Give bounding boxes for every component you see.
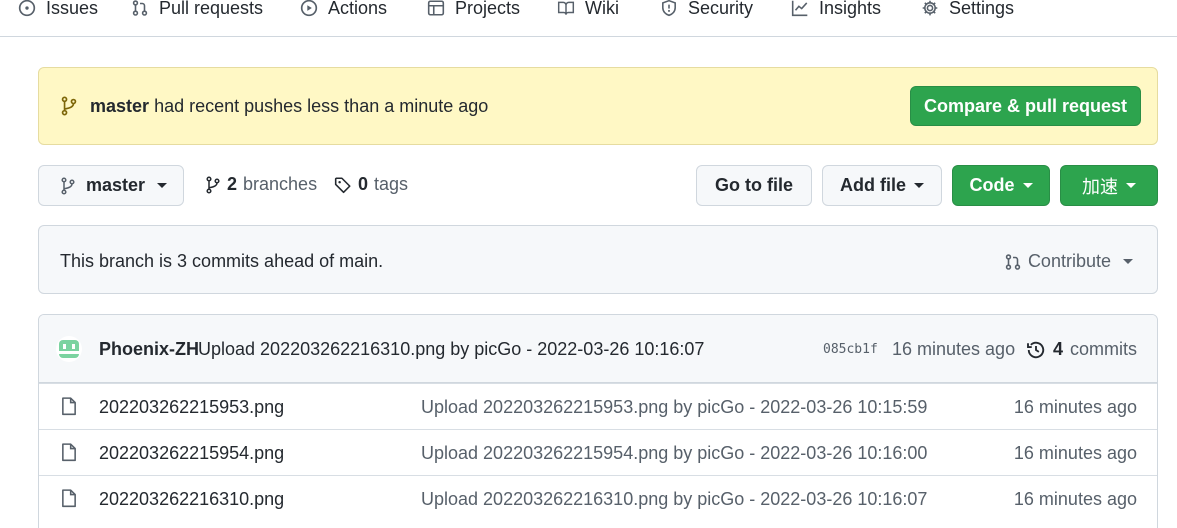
shield-icon — [662, 0, 676, 17]
file-commit-message[interactable]: Upload 202203262215954.png by picGo - 20… — [421, 443, 927, 464]
contribute-dropdown[interactable]: Contribute — [1004, 251, 1133, 272]
file-listing: Phoenix-ZH Upload 202203262216310.png by… — [38, 314, 1158, 528]
book-icon — [557, 1, 575, 15]
file-icon — [62, 489, 76, 508]
avatar[interactable] — [56, 336, 82, 362]
file-age: 16 minutes ago — [1013, 397, 1137, 417]
file-icon — [62, 443, 76, 462]
file-commit-message[interactable]: Upload 202203262216310.png by picGo - 20… — [421, 489, 927, 510]
file-name[interactable]: 202203262215954.png — [99, 443, 284, 464]
go-to-file-button[interactable]: Go to file — [696, 165, 812, 206]
latest-commit-row: Phoenix-ZH Upload 202203262216310.png by… — [39, 315, 1157, 383]
banner-message: master had recent pushes less than a min… — [90, 96, 488, 117]
nav-wiki[interactable]: Wiki — [557, 0, 619, 22]
branch-icon — [206, 175, 220, 194]
gear-icon — [922, 0, 938, 16]
nav-issues[interactable]: Issues — [18, 0, 98, 22]
chevron-down-icon — [914, 183, 924, 188]
play-icon — [300, 0, 318, 17]
chevron-down-icon — [1126, 183, 1136, 188]
file-age: 16 minutes ago — [1013, 443, 1137, 463]
nav-label: Pull requests — [159, 0, 264, 18]
file-row[interactable]: 202203262216310.png Upload 2022032622163… — [39, 475, 1157, 521]
branch-icon — [61, 96, 77, 116]
file-icon — [62, 397, 76, 416]
compare-pull-request-button[interactable]: Compare & pull request — [910, 86, 1141, 126]
history-icon — [1027, 341, 1045, 358]
recent-push-banner: master had recent pushes less than a min… — [38, 67, 1158, 145]
nav-label: Wiki — [585, 0, 619, 18]
commit-message[interactable]: Upload 202203262216310.png by picGo - 20… — [198, 339, 704, 360]
tags-count: 0 — [358, 174, 369, 194]
file-name[interactable]: 202203262216310.png — [99, 489, 284, 510]
chevron-down-icon — [1123, 259, 1133, 264]
commits-label: commits — [1070, 339, 1137, 359]
branch-icon — [61, 176, 75, 195]
tags-label: tags — [374, 174, 409, 194]
file-row[interactable]: 202203262215953.png Upload 2022032622159… — [39, 383, 1157, 429]
tags-link[interactable]: 0 tags — [334, 174, 408, 195]
nav-pull-requests[interactable]: Pull requests — [131, 0, 263, 22]
table-icon — [427, 0, 445, 16]
nav-label: Settings — [949, 0, 1015, 18]
branch-name: master — [86, 175, 146, 195]
branches-link[interactable]: 2 branches — [205, 174, 317, 195]
file-age: 16 minutes ago — [1013, 489, 1137, 509]
commits-count: 4 — [1052, 339, 1063, 359]
nav-label: Security — [688, 0, 754, 18]
issue-icon — [18, 0, 36, 17]
pull-request-icon — [132, 0, 148, 16]
add-file-label: Add file — [840, 175, 906, 195]
banner-branch[interactable]: master — [90, 96, 149, 116]
nav-label: Projects — [455, 0, 521, 18]
code-label: Code — [969, 175, 1015, 195]
commit-sha[interactable]: 085cb1f — [823, 342, 878, 357]
speed-button[interactable]: 加速 — [1060, 165, 1158, 206]
nav-label: Actions — [328, 0, 388, 18]
add-file-button[interactable]: Add file — [822, 165, 942, 206]
chevron-down-icon — [1022, 183, 1033, 188]
repo-nav: Issues Pull requests Actions Projects Wi… — [0, 0, 1177, 37]
branch-select-button[interactable]: master — [38, 165, 184, 206]
nav-label: Issues — [46, 0, 99, 18]
nav-actions[interactable]: Actions — [300, 0, 387, 22]
nav-label: Insights — [819, 0, 882, 18]
pull-request-icon — [1005, 253, 1021, 270]
commits-history-link[interactable]: 4 commits — [1026, 339, 1137, 360]
file-commit-message[interactable]: Upload 202203262215953.png by picGo - 20… — [421, 397, 927, 418]
contribute-label: Contribute — [1027, 251, 1111, 271]
branch-ahead-notice: This branch is 3 commits ahead of main. … — [38, 225, 1158, 294]
file-row[interactable]: 202203262215954.png Upload 2022032622159… — [39, 429, 1157, 475]
nav-projects[interactable]: Projects — [427, 0, 520, 22]
tag-icon — [334, 176, 351, 193]
nav-security[interactable]: Security — [660, 0, 753, 22]
banner-text: had recent pushes less than a minute ago — [154, 96, 489, 116]
go-to-file-label: Go to file — [715, 175, 793, 195]
ahead-text: This branch is 3 commits ahead of main. — [60, 251, 384, 271]
branches-label: branches — [243, 174, 318, 194]
nav-settings[interactable]: Settings — [921, 0, 1014, 22]
code-button[interactable]: Code — [952, 165, 1050, 206]
commit-time: 16 minutes ago — [892, 339, 1016, 359]
file-name[interactable]: 202203262215953.png — [99, 397, 284, 418]
graph-icon — [791, 0, 808, 17]
commit-author[interactable]: Phoenix-ZH — [99, 339, 199, 360]
chevron-down-icon — [157, 183, 168, 188]
speed-label: 加速 — [1082, 176, 1118, 198]
branches-count: 2 — [227, 174, 238, 194]
nav-insights[interactable]: Insights — [791, 0, 881, 22]
